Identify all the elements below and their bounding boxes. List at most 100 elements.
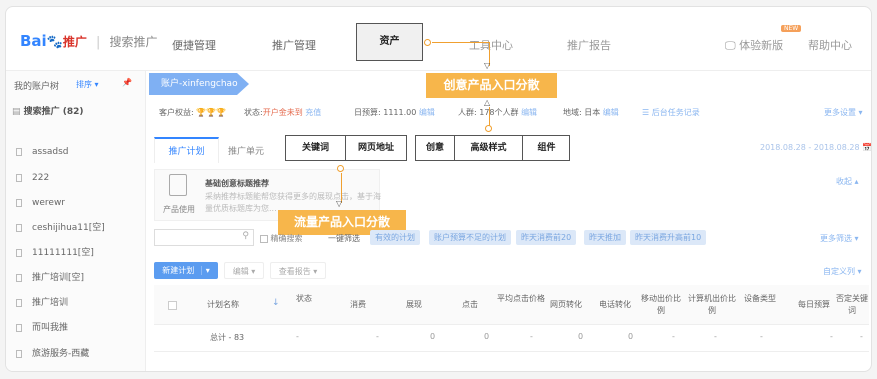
pin-icon[interactable]: 📌 bbox=[122, 78, 132, 87]
more-settings-label: 更多设置 bbox=[824, 108, 856, 117]
budget-edit-link[interactable]: 编辑 bbox=[419, 108, 435, 117]
nav-promotion-report[interactable]: 推广报告 bbox=[567, 37, 611, 53]
collapse-label: 收起 bbox=[836, 177, 852, 186]
edit-button[interactable]: 编辑 ▾ bbox=[224, 262, 264, 279]
total-negative-keywords: - bbox=[860, 332, 863, 341]
region-label: 地域: 日本 bbox=[563, 108, 601, 117]
suggestion-title: 基础创意标题推荐 bbox=[205, 179, 269, 188]
customer-rights: 客户权益: 🏆🏆🏆 bbox=[159, 107, 226, 118]
more-filters-link[interactable]: 更多筛选 ▾ bbox=[820, 233, 859, 244]
new-plan-button[interactable]: 新建计划 ▾ bbox=[154, 262, 218, 279]
new-version-link[interactable]: 🖵 体验新版 bbox=[725, 37, 783, 53]
col-spend[interactable]: 消费 bbox=[338, 299, 378, 310]
tab-advanced-style[interactable]: 高级样式 bbox=[455, 136, 523, 160]
filter-tag-yesterday-added[interactable]: 昨天推加 bbox=[584, 230, 626, 245]
sidebar-item-label: werewr bbox=[32, 198, 65, 208]
view-report-button[interactable]: 查看报告 ▾ bbox=[270, 262, 326, 279]
filter-tag-valid-plans[interactable]: 有效的计划 bbox=[370, 230, 420, 245]
account-breadcrumb-tag[interactable]: 账户-xinfengchao bbox=[149, 73, 249, 95]
sidebar-item[interactable]: 11111111[空] bbox=[6, 240, 146, 266]
tab-creative[interactable]: 创意 bbox=[416, 136, 455, 160]
document-icon bbox=[16, 173, 22, 182]
custom-columns-label: 自定义列 bbox=[823, 267, 855, 276]
date-range-picker[interactable]: 2018.08.28 - 2018.08.28 📅 bbox=[760, 143, 871, 152]
precise-search-checkbox[interactable]: 精确搜索 bbox=[260, 233, 303, 244]
col-device-type[interactable]: 设备类型 bbox=[740, 293, 780, 304]
tab-promotion-plan[interactable]: 推广计划 bbox=[154, 137, 219, 163]
search-icon: ⚲ bbox=[242, 231, 249, 241]
nav-promotion-management[interactable]: 推广管理 bbox=[272, 37, 316, 53]
sidebar-item[interactable]: ceshijihua11[空] bbox=[6, 215, 146, 241]
col-clicks[interactable]: 点击 bbox=[450, 299, 490, 310]
total-web-conversion: 0 bbox=[578, 332, 584, 341]
sidebar-item-label: 旅游服务-西藏 bbox=[32, 349, 90, 359]
creative-entry-annotation: 创意产品入口分散 bbox=[426, 73, 557, 98]
collapse-link[interactable]: 收起 ▴ bbox=[836, 176, 859, 187]
total-spend: - bbox=[376, 332, 379, 341]
sidebar-account-label: 搜索推广 (82) bbox=[23, 107, 84, 117]
tab-component[interactable]: 组件 bbox=[523, 136, 570, 160]
col-daily-budget[interactable]: 每日预算 bbox=[794, 299, 834, 310]
daily-budget: 日预算: 1111.00 编辑 bbox=[354, 107, 435, 118]
background-tasks-link[interactable]: ☰ 后台任务记录 bbox=[642, 107, 700, 118]
filter-tag-spend-increase[interactable]: 昨天消费升高前10 bbox=[630, 230, 707, 245]
total-avg-click-price: - bbox=[530, 332, 533, 341]
sidebar-item[interactable]: 而叫我推 bbox=[6, 315, 146, 341]
filter-tag-top20-spend[interactable]: 昨天消费前20 bbox=[516, 230, 577, 245]
search-input[interactable]: ⚲ bbox=[154, 229, 254, 246]
col-status[interactable]: 状态 bbox=[284, 293, 324, 304]
checkbox-icon bbox=[260, 234, 268, 243]
trophy-icons: 🏆🏆🏆 bbox=[196, 108, 227, 117]
col-avg-click-price[interactable]: 平均点击价格 bbox=[497, 293, 545, 305]
more-settings-link[interactable]: 更多设置 ▾ bbox=[824, 107, 863, 118]
sort-label: 排序 bbox=[76, 80, 92, 89]
status-label: 状态: bbox=[244, 108, 263, 117]
sidebar-item[interactable]: 推广培训 bbox=[6, 290, 146, 316]
creative-tabs-box: 创意 高级样式 组件 bbox=[415, 135, 570, 161]
arrow-down-icon: ▽ bbox=[336, 199, 343, 208]
nav-tool-center[interactable]: 工具中心 bbox=[469, 37, 513, 53]
region-info: 地域: 日本 编辑 bbox=[563, 107, 619, 118]
tab-promotion-unit[interactable]: 推广单元 bbox=[228, 144, 264, 157]
sort-dropdown[interactable]: 排序 ▾ bbox=[76, 79, 99, 90]
sidebar-item[interactable]: 旅游服务-西藏 bbox=[6, 341, 146, 367]
new-plan-label: 新建计划 bbox=[162, 266, 195, 275]
caret-down-icon: ▾ bbox=[200, 266, 210, 275]
sort-arrow-icon[interactable]: ↓ bbox=[272, 298, 280, 308]
region-edit-link[interactable]: 编辑 bbox=[603, 108, 619, 117]
app-window: Bai🐾推广 | 搜索推广 便捷管理 推广管理 资产 工具中心 推广报告 🖵 体… bbox=[5, 6, 872, 372]
col-web-conversion[interactable]: 网页转化 bbox=[543, 299, 589, 310]
recharge-link[interactable]: 充值 bbox=[305, 108, 321, 117]
view-report-label: 查看报告 bbox=[278, 267, 311, 276]
sidebar-account-root[interactable]: ▤ 搜索推广 (82) bbox=[12, 104, 84, 117]
help-center-link[interactable]: 帮助中心 bbox=[808, 37, 852, 53]
select-all-checkbox[interactable] bbox=[168, 301, 177, 310]
nav-convenient-management[interactable]: 便捷管理 bbox=[172, 37, 216, 53]
document-icon bbox=[16, 273, 22, 282]
col-phone-conversion[interactable]: 电话转化 bbox=[592, 299, 638, 310]
crowd-info: 人群: 178个人群 编辑 bbox=[458, 107, 537, 118]
sidebar-item[interactable]: 推广培训[空] bbox=[6, 265, 146, 291]
sidebar-item[interactable]: werewr bbox=[6, 190, 146, 216]
total-pc-bid: - bbox=[714, 332, 717, 341]
col-impressions[interactable]: 展现 bbox=[394, 299, 434, 310]
document-icon bbox=[16, 223, 22, 232]
product-name: 搜索推广 bbox=[109, 35, 158, 49]
tab-web-page[interactable]: 网页地址 bbox=[346, 136, 406, 160]
filter-tag-budget-insufficient[interactable]: 账户预算不足的计划 bbox=[429, 230, 511, 245]
annotation-dot-top bbox=[424, 39, 431, 46]
traffic-tabs-box: 关键词 网页地址 bbox=[285, 135, 407, 161]
custom-columns-link[interactable]: 自定义列 ▾ bbox=[823, 266, 862, 277]
sidebar-item[interactable]: assadsd bbox=[6, 139, 146, 165]
col-negative-keywords[interactable]: 否定关键词 bbox=[836, 293, 868, 317]
logo-paw-icon: 🐾 bbox=[46, 35, 63, 50]
col-mobile-bid-ratio[interactable]: 移动出价比例 bbox=[639, 293, 683, 317]
tab-keyword[interactable]: 关键词 bbox=[286, 136, 346, 160]
baidu-logo[interactable]: Bai🐾推广 | 搜索推广 bbox=[20, 31, 158, 50]
col-plan-name[interactable]: 计划名称 bbox=[188, 299, 258, 310]
crowd-edit-link[interactable]: 编辑 bbox=[521, 108, 537, 117]
sidebar-item[interactable]: 222 bbox=[6, 165, 146, 191]
col-pc-bid-ratio[interactable]: 计算机出价比例 bbox=[687, 293, 737, 317]
nav-assets-highlight[interactable]: 资产 bbox=[356, 23, 423, 61]
edit-label: 编辑 bbox=[232, 267, 249, 276]
